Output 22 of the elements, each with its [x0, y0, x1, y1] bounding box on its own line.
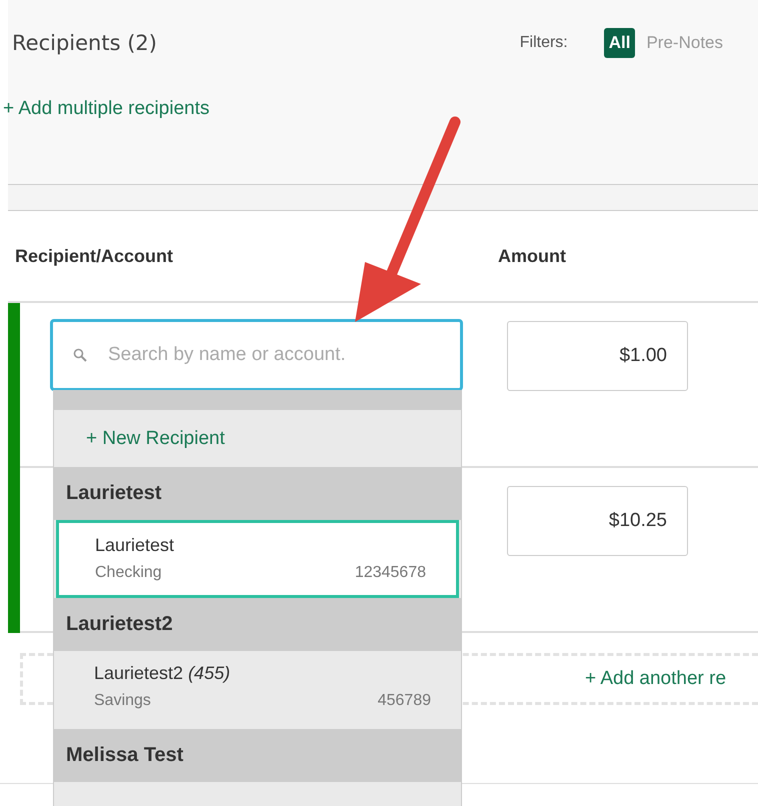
new-recipient-link[interactable]: + New Recipient	[54, 410, 461, 467]
account-option[interactable]: Laurietest Checking 12345678	[56, 520, 459, 598]
account-name: Laurietest2 (455)	[94, 663, 230, 683]
amount-field[interactable]: $10.25	[507, 486, 688, 556]
account-number: 456789	[378, 692, 431, 710]
add-multiple-link[interactable]: + Add multiple recipients	[3, 98, 210, 120]
amount-field[interactable]: $1.00	[507, 321, 688, 391]
account-option[interactable]: Laurietest2 (455) Savings 456789	[54, 651, 461, 729]
group-header: Laurietest2	[54, 598, 461, 651]
group-header: Laurietest	[54, 467, 461, 520]
account-type: Checking	[95, 564, 162, 582]
section-title: Recipients (2)	[11, 31, 157, 55]
account-type: Savings	[94, 692, 151, 710]
column-header: Amount	[498, 246, 566, 266]
column-header: Recipient/Account	[14, 246, 174, 266]
account-number: 12345678	[354, 564, 426, 582]
filters-label: Filters:	[520, 34, 568, 52]
account-name: Laurietest	[95, 535, 174, 555]
add-another-link[interactable]: + Add another re	[585, 668, 726, 690]
filter-tab[interactable]: All	[604, 28, 636, 58]
group-header: Melissa Test	[54, 729, 461, 782]
search-field[interactable]: Search by name or account.	[50, 319, 463, 391]
